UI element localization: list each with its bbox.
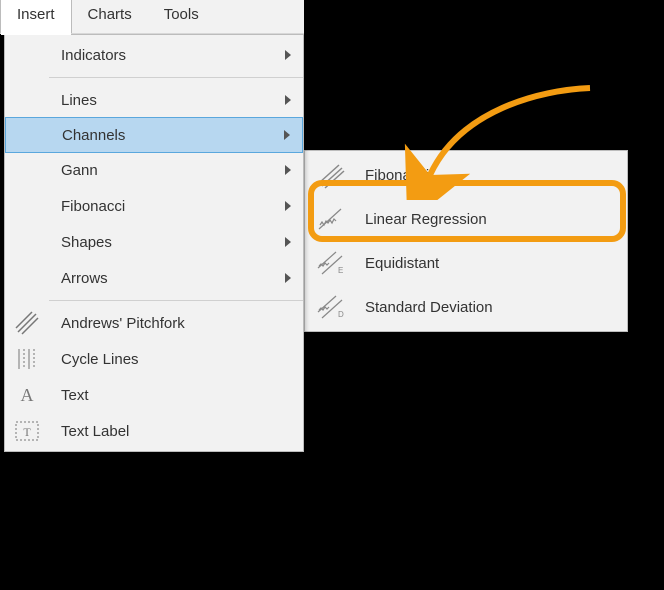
menu-item-cycle-lines[interactable]: Cycle Lines [5,341,303,377]
menu-tools[interactable]: Tools [148,0,215,33]
menu-insert[interactable]: Insert [0,0,72,33]
insert-dropdown: Indicators Lines Channels Gann Fibonacci… [4,34,304,452]
standard-deviation-channel-icon: D [315,291,347,323]
svg-text:D: D [338,310,344,319]
menu-item-label: Arrows [61,270,108,287]
submenu-item-fibonacci[interactable]: Fibonacci [305,153,627,197]
menu-item-label: Channels [62,127,125,144]
pitchfork-icon [13,309,41,337]
separator [49,77,303,78]
chevron-right-icon [285,201,291,211]
text-icon: A [13,381,41,409]
equidistant-channel-icon: E [315,247,347,279]
menu-item-text[interactable]: A Text [5,377,303,413]
submenu-item-label: Fibonacci [365,167,429,184]
channels-submenu: Fibonacci Linear Regression E Equidistan… [304,150,628,332]
chevron-right-icon [284,130,290,140]
menu-item-channels[interactable]: Channels [5,117,303,153]
menu-item-label: Fibonacci [61,198,125,215]
svg-text:T: T [23,425,31,439]
submenu-item-linear-regression[interactable]: Linear Regression [305,197,627,241]
menubar: Insert Charts Tools [0,0,304,34]
submenu-item-label: Standard Deviation [365,299,493,316]
submenu-item-label: Equidistant [365,255,439,272]
menu-item-fibonacci[interactable]: Fibonacci [5,188,303,224]
fibonacci-channel-icon [315,159,347,191]
menu-item-indicators[interactable]: Indicators [5,37,303,73]
menu-item-label: Text [61,387,89,404]
linear-regression-icon [315,203,347,235]
menu-item-text-label[interactable]: T Text Label [5,413,303,449]
chevron-right-icon [285,273,291,283]
menu-item-arrows[interactable]: Arrows [5,260,303,296]
menu-item-label: Shapes [61,234,112,251]
chevron-right-icon [285,95,291,105]
menu-item-shapes[interactable]: Shapes [5,224,303,260]
menu-item-label: Gann [61,162,98,179]
submenu-item-label: Linear Regression [365,211,487,228]
menu-item-label: Lines [61,92,97,109]
chevron-right-icon [285,50,291,60]
menu-item-label: Indicators [61,47,126,64]
svg-text:E: E [338,266,343,275]
chevron-right-icon [285,237,291,247]
menu-item-gann[interactable]: Gann [5,152,303,188]
cycle-lines-icon [13,345,41,373]
menu-item-andrews-pitchfork[interactable]: Andrews' Pitchfork [5,305,303,341]
chevron-right-icon [285,165,291,175]
menu-item-label: Cycle Lines [61,351,139,368]
menu-item-label: Text Label [61,423,129,440]
menu-item-label: Andrews' Pitchfork [61,315,185,332]
submenu-item-standard-deviation[interactable]: D Standard Deviation [305,285,627,329]
menu-charts[interactable]: Charts [72,0,148,33]
menu-item-lines[interactable]: Lines [5,82,303,118]
separator [49,300,303,301]
text-label-icon: T [13,417,41,445]
submenu-item-equidistant[interactable]: E Equidistant [305,241,627,285]
